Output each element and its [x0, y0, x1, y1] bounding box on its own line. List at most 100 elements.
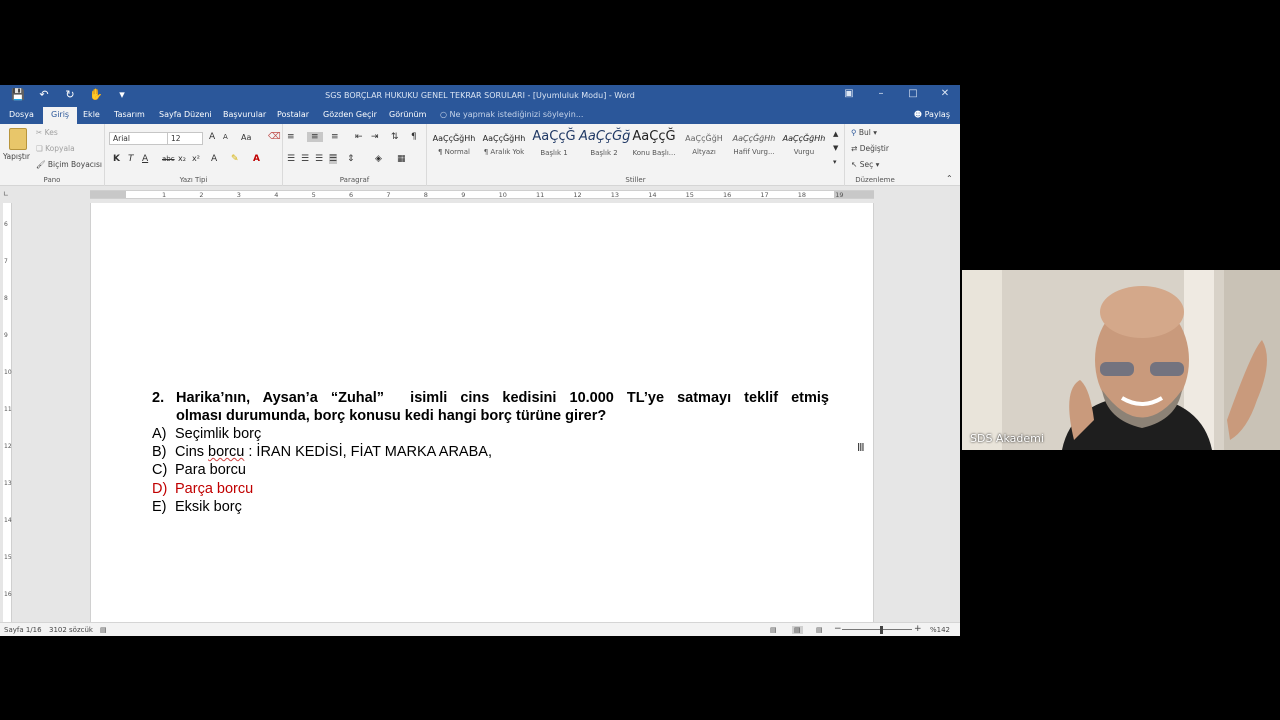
copy-button[interactable]: ❏ Kopyala	[36, 144, 75, 153]
share-label: Paylaş	[924, 110, 950, 119]
borders-icon[interactable]: ▦	[397, 154, 406, 164]
increase-indent-icon[interactable]: ⇥	[371, 132, 379, 142]
replace-button[interactable]: ⇄ Değiştir	[851, 144, 889, 153]
minimize-button[interactable]: –	[872, 88, 890, 99]
style-no-spacing[interactable]: AaÇçĞğHh ¶ Aralık Yok	[479, 134, 529, 156]
decrease-indent-icon[interactable]: ⇤	[355, 132, 363, 142]
multilevel-list-icon[interactable]: ≡	[331, 132, 339, 142]
maximize-button[interactable]: □	[904, 88, 922, 99]
ruler-number: 12	[573, 191, 582, 199]
share-button[interactable]: ☻ Paylaş	[914, 110, 950, 119]
ruler-number: 7	[386, 191, 391, 199]
text-effects-icon[interactable]: A	[211, 154, 217, 164]
ruler-number: 16	[723, 191, 732, 199]
shrink-font-button[interactable]: A	[223, 133, 228, 141]
font-color-icon[interactable]: A	[253, 154, 260, 164]
option-letter: B)	[152, 444, 167, 461]
style-title[interactable]: AaÇçĞ Konu Başlı...	[629, 129, 679, 157]
superscript-button[interactable]: x²	[192, 154, 200, 163]
option-c: C) Para borcu	[152, 461, 492, 479]
vertical-ruler[interactable]: 67891011121314151617	[3, 203, 12, 635]
ruler-left-margin	[90, 191, 126, 198]
justify-icon[interactable]: ☰	[329, 154, 338, 164]
word-window: 💾 ↶ ↻ ✋ ▾ SGS BORÇLAR HUKUKU GENEL TEKRA…	[0, 85, 960, 636]
question-line-2: olması durumunda, borç konusu kedi hangi…	[176, 408, 607, 424]
word-count[interactable]: 3102 sözcük	[49, 626, 93, 634]
read-mode-icon[interactable]: ▤	[770, 626, 777, 634]
select-button[interactable]: ↖ Seç ▾	[851, 160, 879, 169]
tab-view[interactable]: Görünüm	[389, 110, 426, 119]
tab-references[interactable]: Başvurular	[223, 110, 266, 119]
collapse-ribbon-icon[interactable]: ⌃	[946, 174, 953, 183]
align-right-icon[interactable]: ☰	[315, 154, 323, 164]
tab-home[interactable]: Giriş	[43, 107, 78, 124]
question-number: 2.	[152, 390, 165, 406]
style-emphasis[interactable]: AaÇçĞğHh Vurgu	[779, 134, 829, 156]
strikethrough-button[interactable]: abc	[162, 155, 175, 163]
styles-scroll-up-icon[interactable]: ▲	[833, 130, 838, 138]
styles-more-icon[interactable]: ▾	[833, 158, 837, 166]
shading-icon[interactable]: ◈	[375, 154, 382, 164]
bullets-icon[interactable]: ≡	[287, 132, 295, 142]
cut-button[interactable]: ✂ Kes	[36, 128, 58, 137]
document-page[interactable]: 2. Harika’nın, Aysan’a “Zuhal” isimli ci…	[90, 203, 874, 623]
tab-review[interactable]: Gözden Geçir	[323, 110, 377, 119]
style-heading-2[interactable]: AaÇçĞğ Başlık 2	[579, 129, 630, 157]
zoom-level[interactable]: %142	[930, 626, 950, 634]
font-name-combo[interactable]: Arial	[109, 132, 169, 145]
style-normal[interactable]: AaÇçĞğHh ¶ Normal	[429, 134, 479, 156]
option-text: Eksik borç	[175, 498, 242, 515]
question-line-1: 2. Harika’nın, Aysan’a “Zuhal” isimli ci…	[152, 389, 829, 407]
underline-button[interactable]: A	[142, 154, 148, 164]
highlight-icon[interactable]: ✎	[231, 154, 239, 164]
ruler-number: 6	[4, 221, 8, 228]
ruler-number: 17	[760, 191, 769, 199]
ribbon-display-icon[interactable]: ▣	[840, 88, 858, 99]
ruler-number: 13	[4, 480, 12, 487]
format-painter-button[interactable]: 🖌 Biçim Boyacısı	[36, 160, 102, 169]
line-spacing-icon[interactable]: ⇕	[347, 154, 355, 164]
subscript-button[interactable]: x₂	[178, 154, 186, 163]
style-name: Hafif Vurg...	[733, 148, 775, 156]
paste-icon[interactable]	[9, 128, 27, 150]
align-center-icon[interactable]: ☰	[301, 154, 309, 164]
tab-mailings[interactable]: Postalar	[277, 110, 309, 119]
clear-formatting-icon[interactable]: ⌫	[268, 132, 281, 142]
page-count[interactable]: Sayfa 1/16	[4, 626, 42, 634]
paragraph-label: Paragraf	[339, 176, 370, 184]
print-layout-icon[interactable]: ▤	[792, 626, 803, 634]
zoom-in-button[interactable]: +	[914, 624, 922, 634]
find-button[interactable]: ⚲ Bul ▾	[851, 128, 877, 137]
magnifier-icon: ⚲	[851, 128, 857, 137]
tab-layout[interactable]: Sayfa Düzeni	[159, 110, 212, 119]
font-size-combo[interactable]: 12	[167, 132, 203, 145]
italic-button[interactable]: T	[128, 154, 134, 164]
option-e: E) Eksik borç	[152, 498, 492, 516]
sort-icon[interactable]: ⇅	[391, 132, 399, 142]
horizontal-ruler[interactable]: 1 2 3 4 5 6 7 8 9 10 11 12 13 14 15 16 17 18 19	[90, 190, 874, 199]
numbering-icon[interactable]: ≡	[307, 132, 323, 142]
zoom-slider-thumb[interactable]	[880, 626, 883, 634]
tab-file[interactable]: Dosya	[9, 110, 34, 119]
styles-scroll-down-icon[interactable]: ▼	[833, 144, 838, 152]
bold-button[interactable]: K	[113, 154, 120, 164]
tab-design[interactable]: Tasarım	[114, 110, 145, 119]
tab-selector-icon[interactable]: ∟	[3, 190, 13, 199]
style-heading-1[interactable]: AaÇçĞ Başlık 1	[529, 129, 579, 157]
paste-button[interactable]: Yapıştır	[3, 152, 30, 161]
style-subtitle[interactable]: AaÇçĞğH Altyazı	[679, 134, 729, 156]
grow-font-button[interactable]: A	[209, 132, 215, 142]
style-subtle-emphasis[interactable]: AaÇçĞğHh Hafif Vurg...	[729, 134, 779, 156]
i-beam-cursor-icon: Ⅲ	[857, 441, 865, 454]
tab-insert[interactable]: Ekle	[83, 110, 100, 119]
tell-me-box[interactable]: ○ Ne yapmak istediğinizi söyleyin...	[440, 110, 583, 119]
zoom-slider[interactable]	[842, 629, 912, 630]
show-marks-button[interactable]: ¶	[411, 132, 417, 142]
zoom-out-button[interactable]: −	[834, 624, 842, 634]
proofing-icon[interactable]: ▤	[100, 626, 107, 634]
align-left-icon[interactable]: ☰	[287, 154, 295, 164]
style-name: ¶ Aralık Yok	[483, 148, 525, 156]
close-button[interactable]: ✕	[936, 88, 954, 99]
web-layout-icon[interactable]: ▤	[816, 626, 823, 634]
change-case-button[interactable]: Aa	[241, 133, 251, 142]
